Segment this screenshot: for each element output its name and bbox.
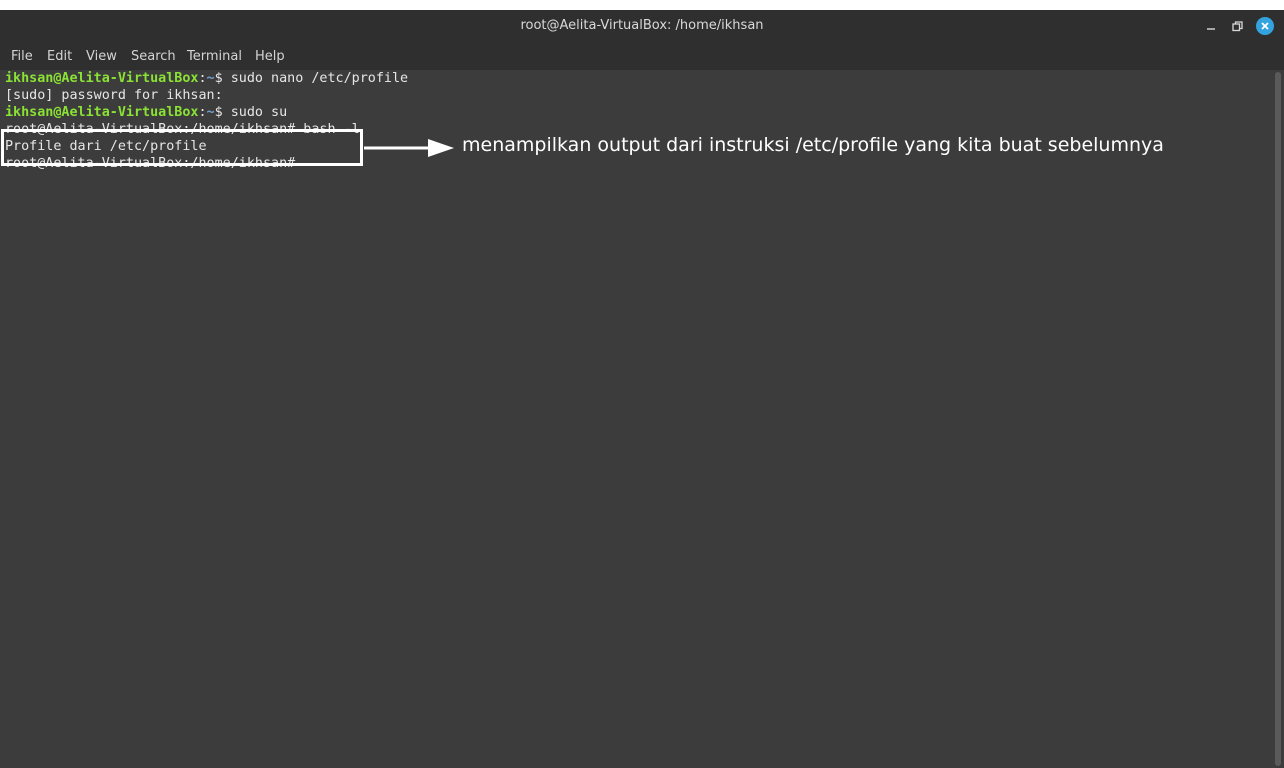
menu-bar: File Edit View Search Terminal Help bbox=[0, 42, 1284, 70]
prompt-path: ~ bbox=[206, 105, 215, 120]
terminal-window: root@Aelita-VirtualBox: /home/ikhsan Fil… bbox=[0, 10, 1284, 768]
annotation-text: menampilkan output dari instruksi /etc/p… bbox=[462, 134, 1164, 156]
terminal-line: [sudo] password for ikhsan: bbox=[5, 88, 223, 103]
terminal-scrollbar[interactable] bbox=[1272, 70, 1284, 768]
terminal-output[interactable]: ikhsan@Aelita-VirtualBox:~$ sudo nano /e… bbox=[0, 70, 1272, 768]
terminal-line: ikhsan@Aelita-VirtualBox:~$ sudo su bbox=[5, 104, 287, 121]
terminal-line: ikhsan@Aelita-VirtualBox:~$ sudo nano /e… bbox=[5, 70, 408, 87]
restore-button[interactable] bbox=[1227, 16, 1247, 36]
menu-edit[interactable]: Edit bbox=[47, 49, 72, 64]
prompt-separator: : bbox=[198, 71, 207, 86]
annotation-arrow-icon bbox=[364, 139, 454, 157]
menu-file[interactable]: File bbox=[11, 49, 33, 64]
command-text: $ sudo nano /etc/profile bbox=[214, 71, 409, 86]
minimize-button[interactable] bbox=[1201, 16, 1221, 36]
annotation-highlight-box bbox=[1, 129, 363, 166]
scrollbar-thumb[interactable] bbox=[1275, 72, 1281, 766]
command-text: $ sudo su bbox=[214, 105, 288, 120]
prompt-user: ikhsan@Aelita-VirtualBox bbox=[5, 71, 199, 86]
minimize-icon bbox=[1207, 28, 1215, 30]
menu-terminal[interactable]: Terminal bbox=[187, 49, 242, 64]
menu-help[interactable]: Help bbox=[255, 49, 285, 64]
restore-icon bbox=[1231, 20, 1243, 31]
prompt-user: ikhsan@Aelita-VirtualBox bbox=[5, 105, 199, 120]
prompt-separator: : bbox=[198, 105, 207, 120]
menu-search[interactable]: Search bbox=[131, 49, 176, 64]
window-title: root@Aelita-VirtualBox: /home/ikhsan bbox=[520, 18, 764, 33]
title-bar[interactable]: root@Aelita-VirtualBox: /home/ikhsan bbox=[0, 10, 1284, 42]
close-icon bbox=[1261, 22, 1269, 30]
prompt-path: ~ bbox=[206, 71, 215, 86]
close-button[interactable] bbox=[1255, 16, 1275, 36]
menu-view[interactable]: View bbox=[86, 49, 117, 64]
